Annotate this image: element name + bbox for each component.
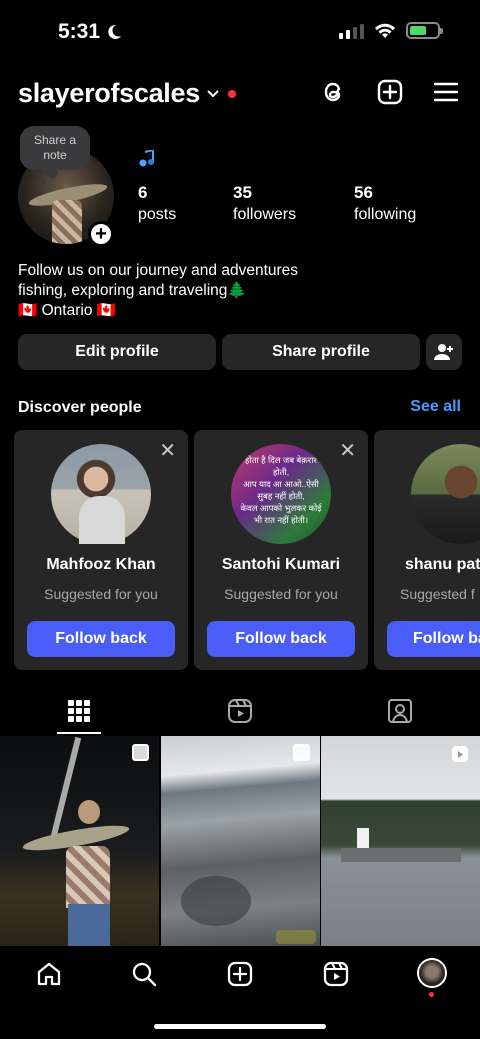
music-note-icon [138, 148, 158, 173]
tagged-icon[interactable] [385, 696, 415, 726]
stat-following[interactable]: 56 following [354, 183, 416, 224]
follow-back-button[interactable]: Follow ba [387, 621, 480, 657]
stat-value: 56 [354, 183, 373, 202]
close-icon[interactable]: ✕ [159, 438, 176, 463]
add-person-icon [434, 344, 453, 360]
profile-nav-avatar[interactable] [417, 958, 447, 988]
menu-icon[interactable] [432, 78, 460, 106]
multi-photo-icon [132, 744, 149, 761]
follow-back-button[interactable]: Follow back [27, 621, 175, 657]
profile-bio: Follow us on our journey and adventures … [18, 261, 458, 321]
stat-posts[interactable]: 6 posts [138, 183, 176, 224]
threads-icon[interactable] [320, 78, 348, 106]
see-all-link[interactable]: See all [410, 398, 461, 416]
suggestion-card: shanu pat Suggested f Follow ba [374, 430, 480, 670]
create-icon[interactable] [376, 78, 404, 106]
close-icon[interactable]: ✕ [339, 438, 356, 463]
multi-photo-icon [293, 744, 310, 761]
username: slayerofscales [18, 78, 200, 108]
stat-label: followers [233, 206, 297, 223]
stat-label: posts [138, 206, 177, 223]
share-note-label: Share a note [33, 133, 77, 162]
post-thumbnail[interactable] [0, 736, 159, 946]
notification-dot [227, 89, 236, 98]
bio-line: Follow us on our journey and adventures [18, 262, 299, 279]
stat-value: 6 [138, 183, 148, 202]
create-post-icon[interactable] [226, 960, 254, 988]
reels-icon[interactable] [225, 696, 255, 726]
suggestion-card: ✕ होता है दिल जब बेक़रार होती, आप याद आ … [194, 430, 368, 670]
suggestion-name[interactable]: shanu pat [405, 556, 480, 574]
suggestion-card: ✕ Mahfooz Khan Suggested for you Follow … [14, 430, 188, 670]
profile-tabs [0, 690, 480, 734]
suggestion-reason: Suggested for you [44, 586, 158, 602]
wifi-icon [375, 23, 395, 38]
home-indicator [154, 1024, 326, 1029]
bio-line: 🇨🇦 Ontario 🇨🇦 [18, 302, 117, 319]
discover-people-button[interactable] [426, 334, 462, 370]
reels-nav-icon[interactable] [322, 960, 350, 988]
notification-dot [429, 992, 434, 997]
share-profile-label: Share profile [272, 343, 370, 360]
add-story-icon[interactable]: + [88, 221, 114, 247]
suggestion-avatar[interactable]: होता है दिल जब बेक़रार होती, आप याद आ आओ… [231, 444, 331, 544]
moon-icon [108, 24, 122, 39]
reels-icon [450, 744, 470, 769]
suggestion-reason: Suggested f [400, 586, 475, 602]
discover-people-title: Discover people [18, 399, 142, 416]
status-indicators [339, 22, 443, 39]
status-time: 5:31 [58, 20, 122, 44]
follow-back-button[interactable]: Follow back [207, 621, 355, 657]
post-thumbnail[interactable] [321, 736, 480, 946]
suggestion-avatar[interactable] [411, 444, 480, 544]
suggestion-name[interactable]: Santohi Kumari [194, 556, 368, 574]
stat-label: following [354, 206, 417, 223]
suggestion-reason: Suggested for you [224, 586, 338, 602]
home-icon[interactable] [35, 960, 63, 988]
share-profile-button[interactable]: Share profile [222, 334, 420, 370]
post-thumbnail[interactable] [161, 736, 320, 946]
suggestion-avatar[interactable] [51, 444, 151, 544]
avatar-caption: होता है दिल जब बेक़रार होती, आप याद आ आओ… [240, 455, 322, 525]
chevron-down-icon [207, 89, 219, 97]
stat-value: 35 [233, 183, 252, 202]
account-switcher[interactable]: slayerofscales [18, 78, 236, 109]
active-tab-indicator [57, 732, 101, 734]
stat-followers[interactable]: 35 followers [233, 183, 296, 224]
edit-profile-label: Edit profile [75, 343, 159, 360]
edit-profile-button[interactable]: Edit profile [18, 334, 216, 370]
suggestion-name[interactable]: Mahfooz Khan [14, 556, 188, 574]
battery-icon [406, 22, 443, 39]
status-time-text: 5:31 [58, 20, 101, 43]
cellular-signal-icon [339, 23, 364, 39]
grid-icon[interactable] [64, 696, 94, 726]
share-note-bubble[interactable]: Share a note [20, 126, 90, 185]
header-actions [320, 78, 460, 106]
search-icon[interactable] [130, 960, 158, 988]
bio-line: fishing, exploring and traveling🌲 [18, 282, 247, 299]
